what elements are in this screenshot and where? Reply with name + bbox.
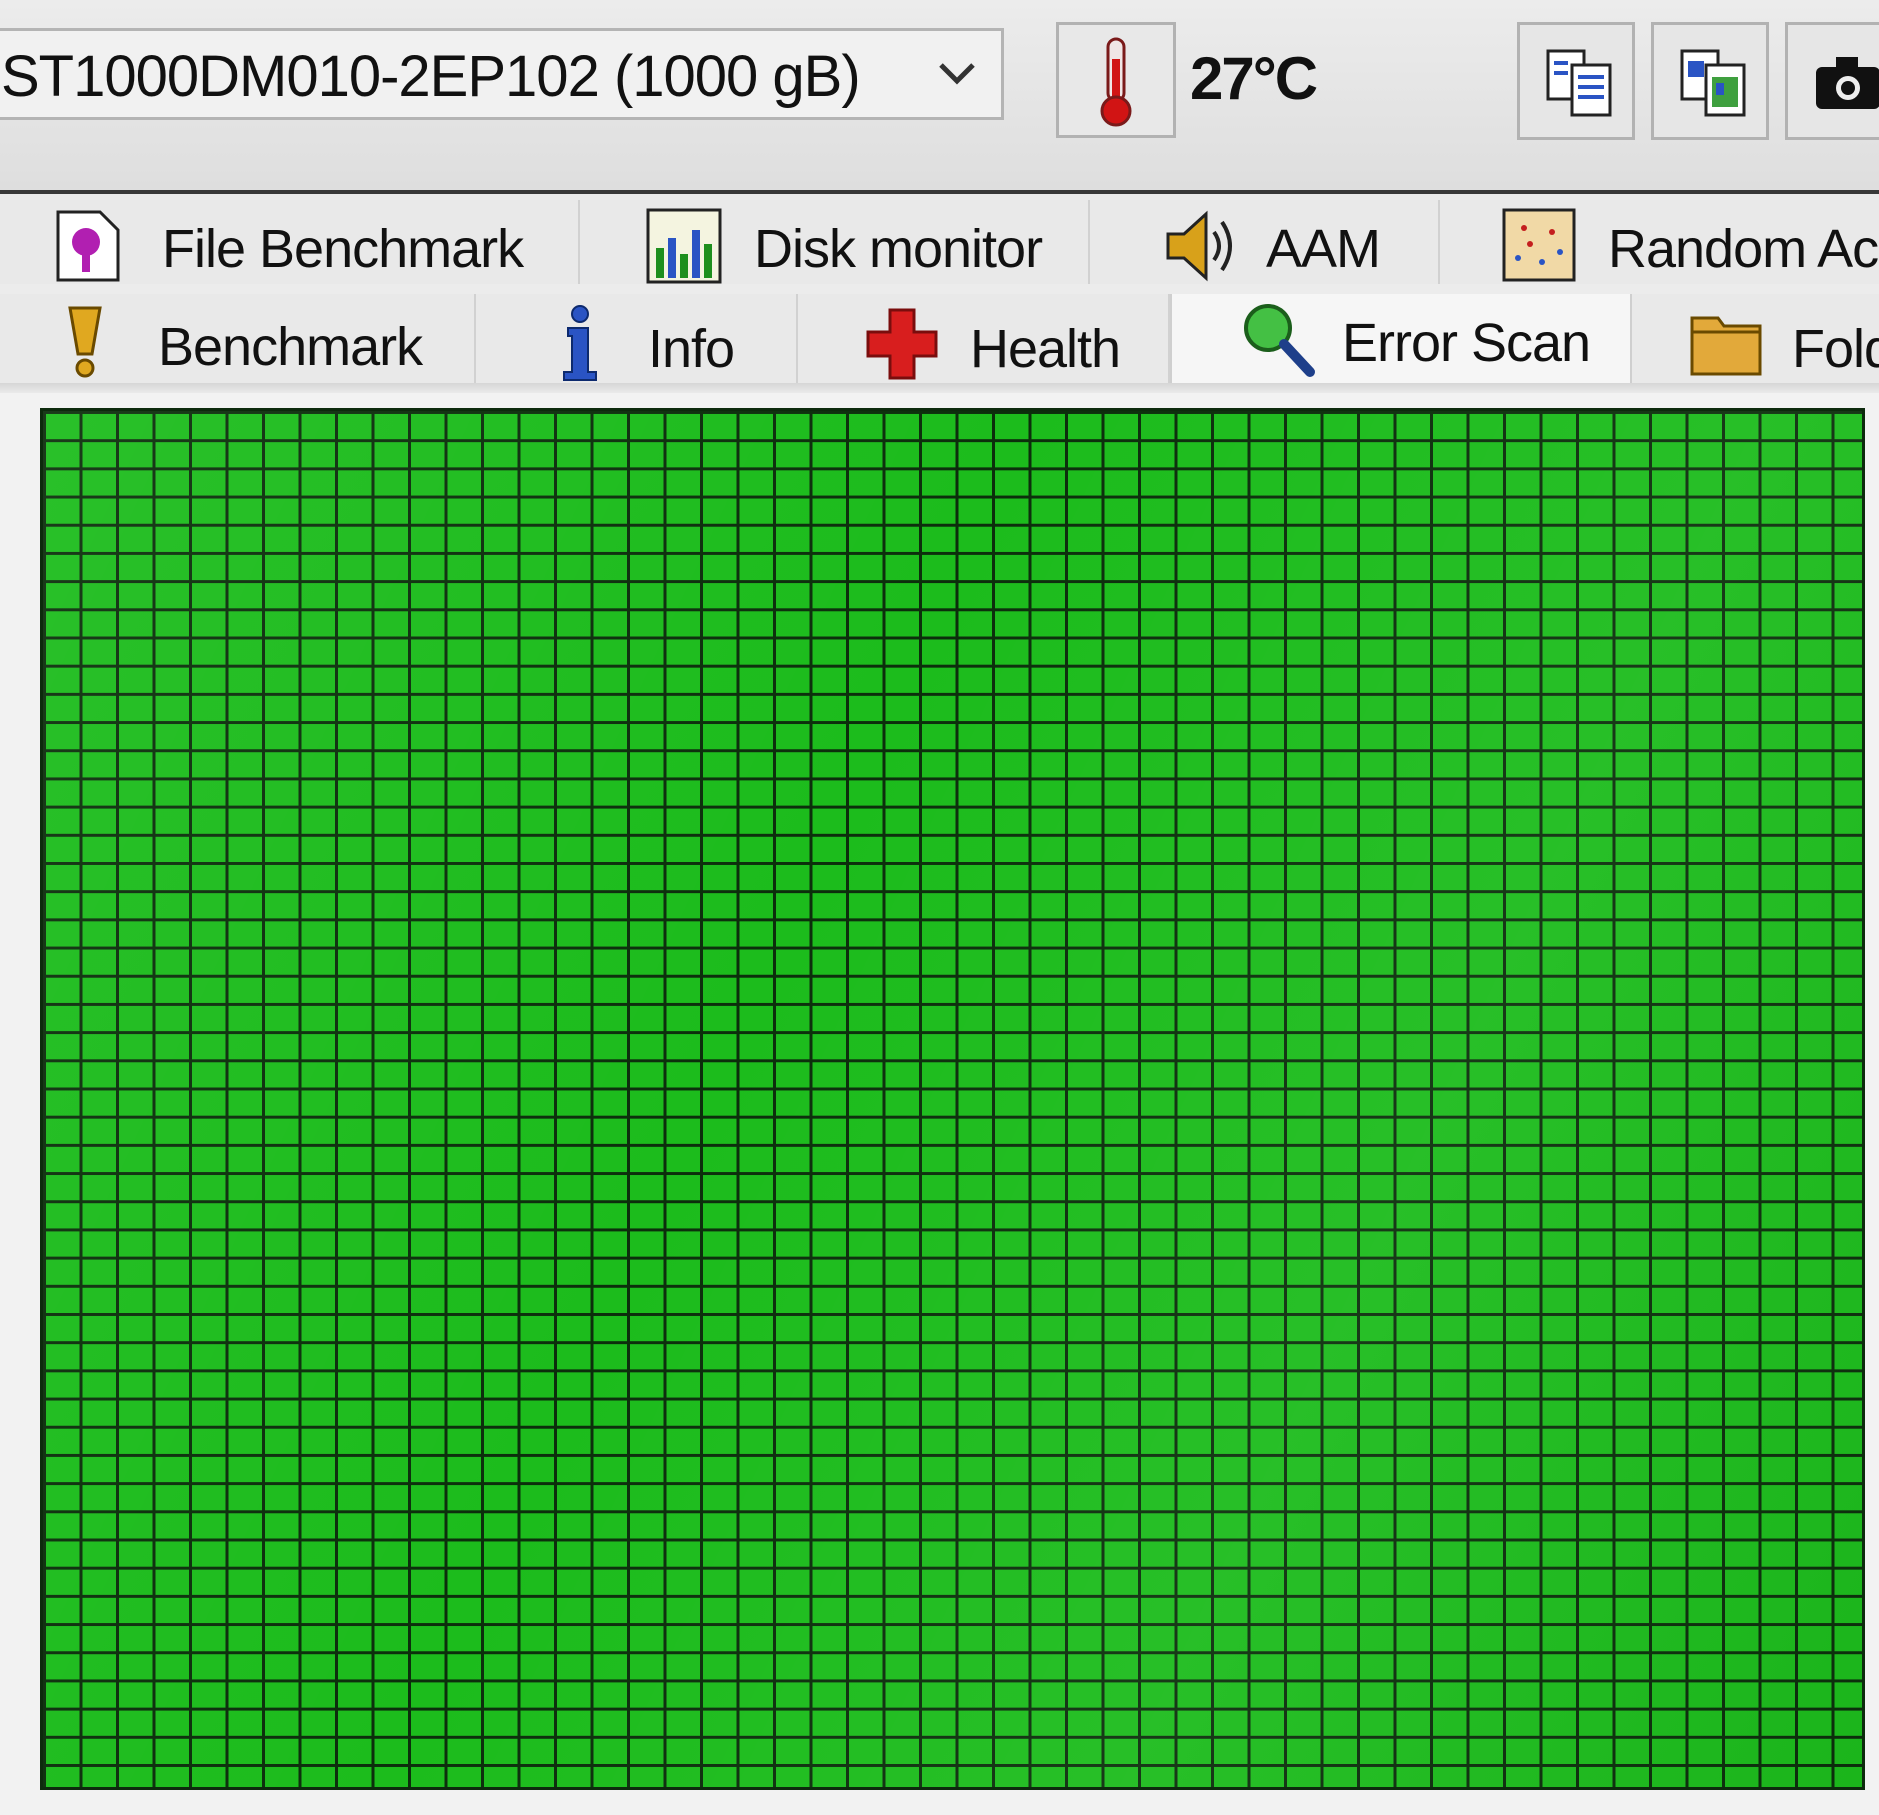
copy-image-button[interactable] bbox=[1651, 22, 1769, 140]
tab-label: Disk monitor bbox=[754, 219, 1043, 279]
screenshot-button[interactable] bbox=[1785, 22, 1879, 140]
chevron-down-icon[interactable] bbox=[933, 49, 981, 97]
drive-select-dropdown[interactable]: ST1000DM010-2EP102 (1000 gB) bbox=[0, 28, 1004, 120]
tab-folder-usage[interactable]: Fold bbox=[1632, 294, 1879, 384]
speaker-icon bbox=[1166, 210, 1232, 282]
temperature-box bbox=[1056, 22, 1176, 138]
tab-disk-monitor[interactable]: Disk monitor bbox=[580, 200, 1090, 284]
tab-label: AAM bbox=[1266, 219, 1381, 279]
folder-icon bbox=[1690, 316, 1762, 376]
tab-info[interactable]: Info bbox=[476, 294, 798, 384]
bar-chart-icon bbox=[646, 208, 722, 284]
tab-label: Fold bbox=[1792, 319, 1879, 379]
tab-aam[interactable]: AAM bbox=[1090, 200, 1440, 284]
tab-label: Error Scan bbox=[1342, 313, 1591, 373]
info-icon bbox=[563, 305, 597, 381]
tab-random-access[interactable]: Random Acc bbox=[1440, 200, 1879, 284]
tab-health[interactable]: Health bbox=[798, 294, 1170, 384]
copy-text-icon bbox=[1546, 49, 1612, 117]
exclamation-icon bbox=[68, 306, 102, 378]
tab-label: File Benchmark bbox=[162, 219, 524, 279]
red-cross-icon bbox=[866, 308, 938, 380]
temperature-value: 27°C bbox=[1190, 45, 1318, 112]
tab-label: Random Acc bbox=[1608, 219, 1879, 279]
copy-image-icon bbox=[1680, 49, 1746, 117]
toolbar: ST1000DM010-2EP102 (1000 gB) 27°C bbox=[0, 0, 1879, 194]
drive-select-value: ST1000DM010-2EP102 (1000 gB) bbox=[1, 44, 861, 109]
magnifier-icon bbox=[1244, 304, 1315, 377]
error-scan-panel bbox=[0, 393, 1879, 1815]
tab-error-scan[interactable]: Error Scan bbox=[1170, 294, 1632, 386]
tab-label: Health bbox=[970, 319, 1121, 379]
thermometer-icon bbox=[1100, 37, 1132, 127]
tab-label: Benchmark bbox=[158, 317, 423, 377]
random-access-icon bbox=[1502, 208, 1576, 282]
error-scan-block-map bbox=[40, 408, 1865, 1790]
tab-file-benchmark[interactable]: File Benchmark bbox=[0, 200, 580, 284]
tab-label: Info bbox=[648, 319, 735, 379]
tab-panel-divider bbox=[0, 383, 1879, 393]
copy-text-button[interactable] bbox=[1517, 22, 1635, 140]
tab-benchmark[interactable]: Benchmark bbox=[0, 294, 476, 384]
hd-tune-window: ST1000DM010-2EP102 (1000 gB) 27°C File B… bbox=[0, 0, 1879, 1815]
camera-icon bbox=[1816, 57, 1879, 109]
file-benchmark-icon bbox=[56, 210, 120, 282]
